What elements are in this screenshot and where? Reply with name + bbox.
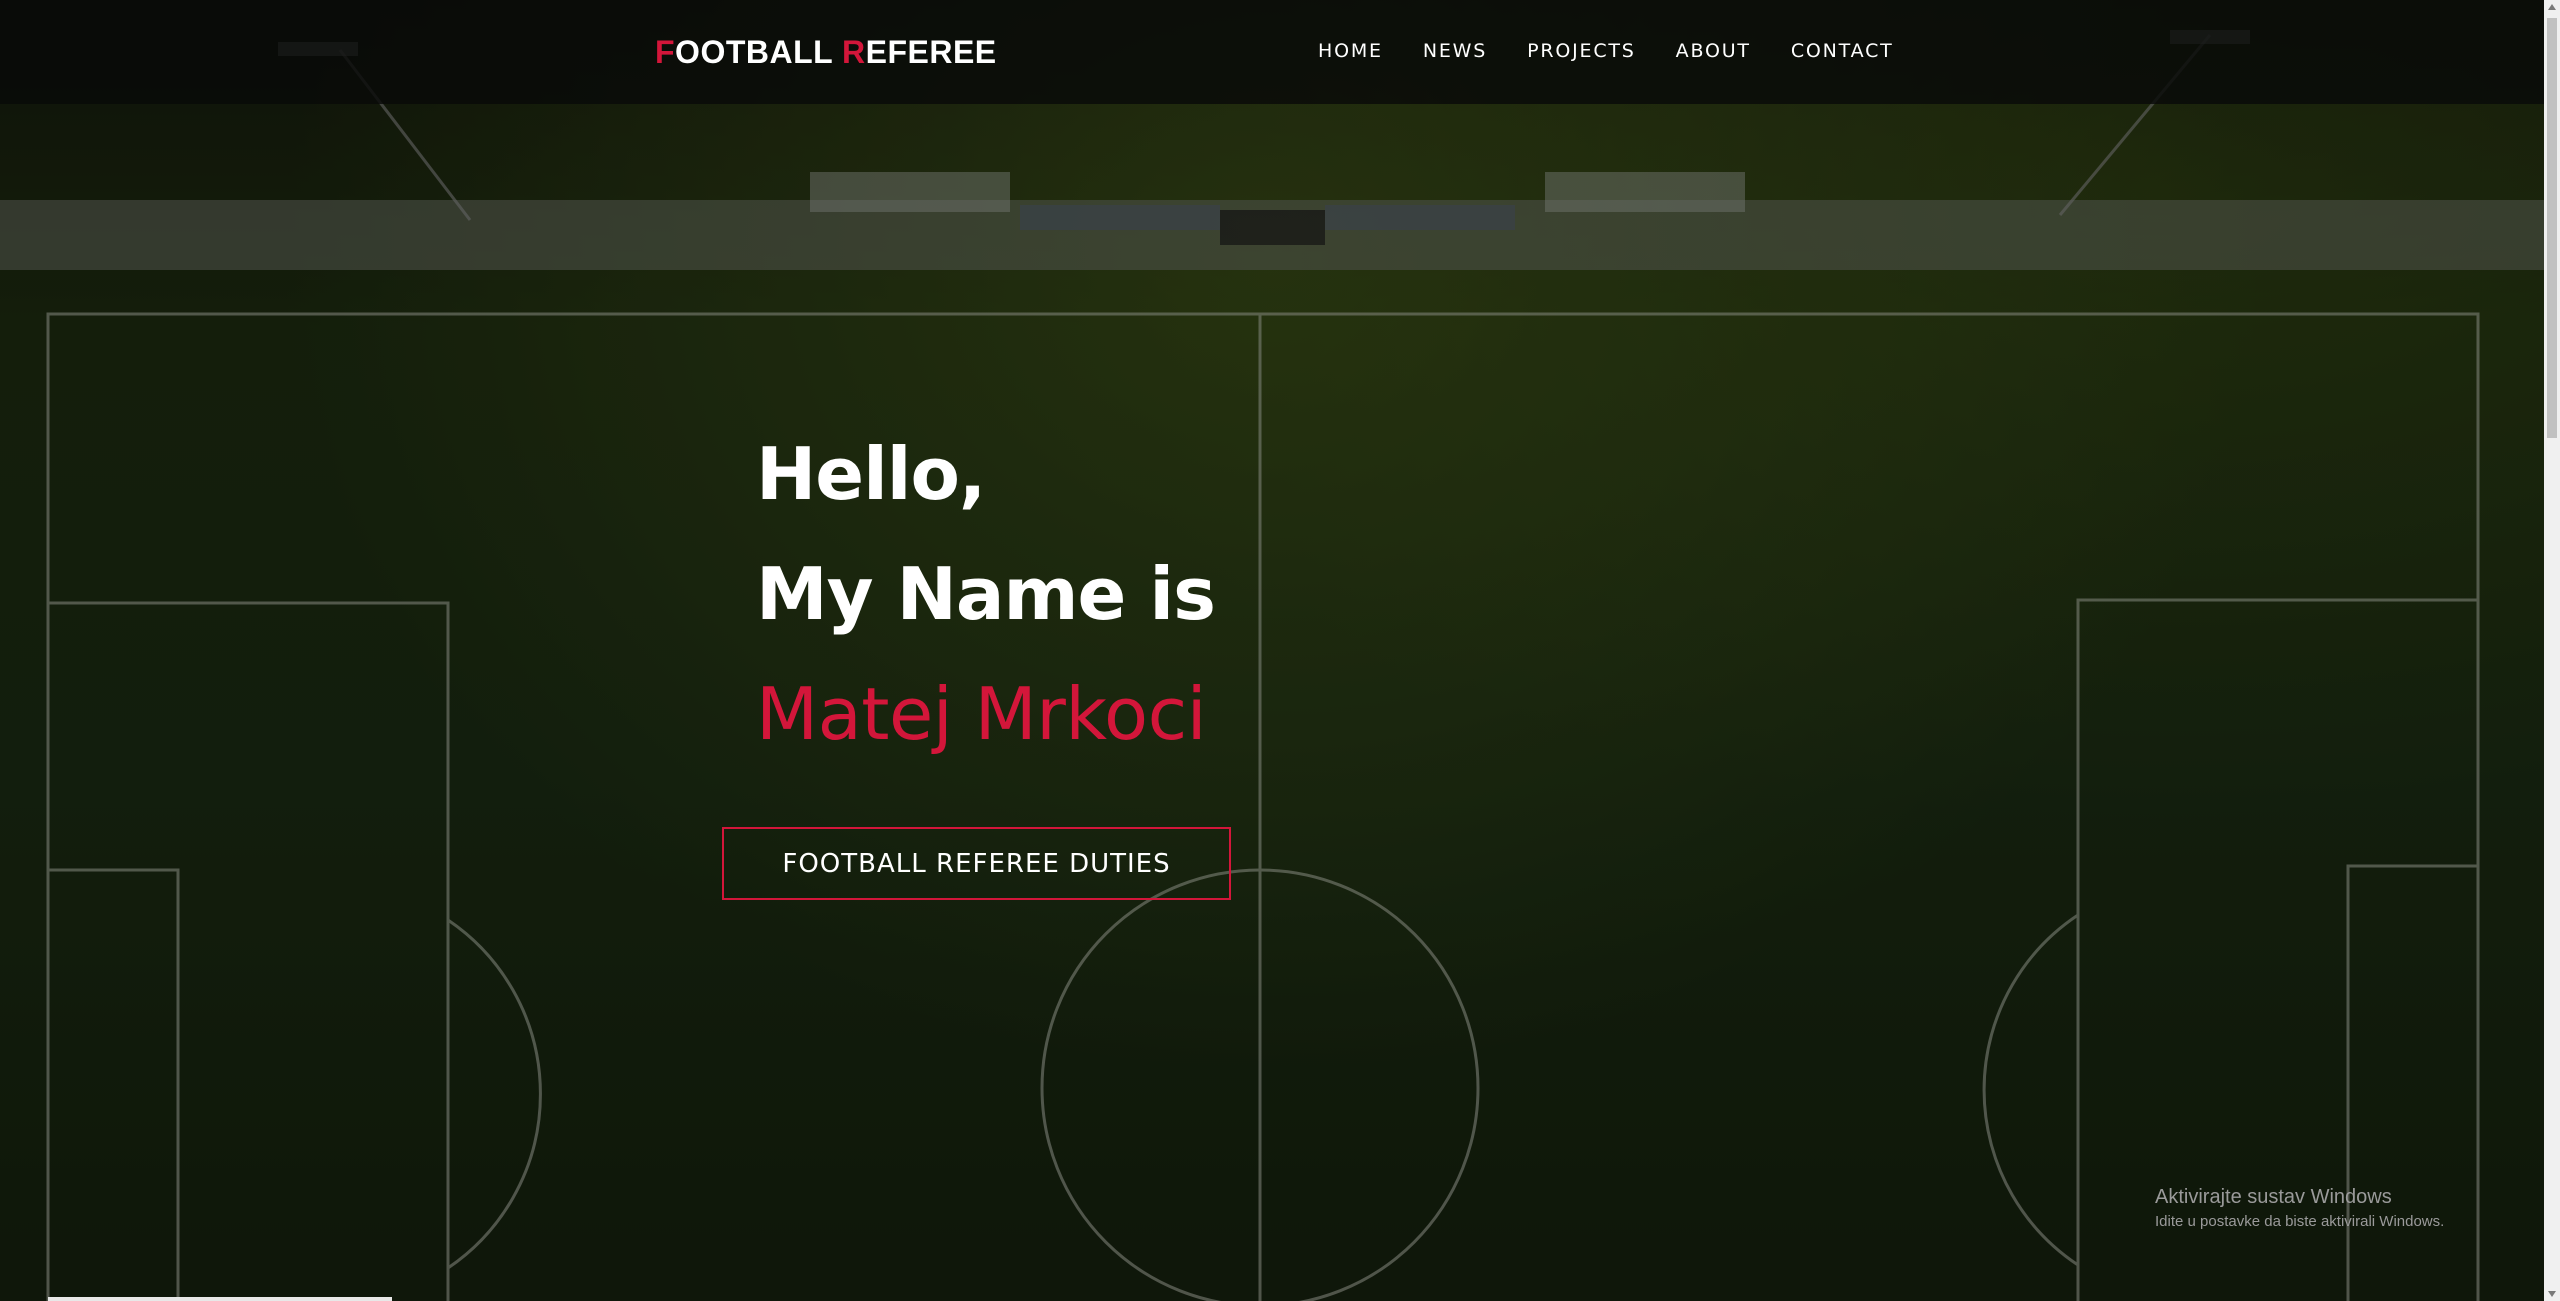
- main-nav: HOME NEWS PROJECTS ABOUT CONTACT: [1318, 40, 1934, 62]
- nav-contact-link[interactable]: CONTACT: [1791, 40, 1894, 62]
- hero-dark-overlay: [0, 0, 2544, 1301]
- nav-home-link[interactable]: HOME: [1318, 40, 1383, 62]
- nav-news-link[interactable]: NEWS: [1423, 40, 1487, 62]
- scrollbar-thumb[interactable]: [2547, 18, 2557, 438]
- navbar: FOOTBALL REFEREE HOME NEWS PROJECTS ABOU…: [0, 0, 2544, 104]
- watermark-subtitle: Idite u postavke da biste aktivirali Win…: [2155, 1213, 2445, 1230]
- brand-word-football: OOTBALL: [675, 34, 833, 70]
- hero-name: Matej Mrkoci: [756, 672, 1207, 756]
- hero-intro: My Name is: [756, 552, 1216, 636]
- referee-duties-button[interactable]: FOOTBALL REFEREE DUTIES: [722, 827, 1231, 900]
- hero-greeting: Hello,: [756, 432, 986, 516]
- brand-initial-f: F: [655, 34, 676, 70]
- scroll-down-arrow-icon[interactable]: [2548, 1291, 2556, 1297]
- nav-about-link[interactable]: ABOUT: [1676, 40, 1751, 62]
- scroll-up-arrow-icon[interactable]: [2548, 4, 2556, 10]
- windows-activation-watermark: Aktivirajte sustav Windows Idite u posta…: [2155, 1186, 2444, 1230]
- brand-initial-r: R: [842, 34, 866, 70]
- watermark-title: Aktivirajte sustav Windows: [2155, 1186, 2392, 1208]
- nav-projects-link[interactable]: PROJECTS: [1527, 40, 1636, 62]
- bottom-progress-strip: [48, 1297, 392, 1301]
- brand-word-referee: EFEREE: [865, 34, 997, 70]
- page-scrollbar[interactable]: [2544, 0, 2560, 1301]
- site-logo[interactable]: FOOTBALL REFEREE: [655, 34, 997, 71]
- page: FOOTBALL REFEREE HOME NEWS PROJECTS ABOU…: [0, 0, 2560, 1301]
